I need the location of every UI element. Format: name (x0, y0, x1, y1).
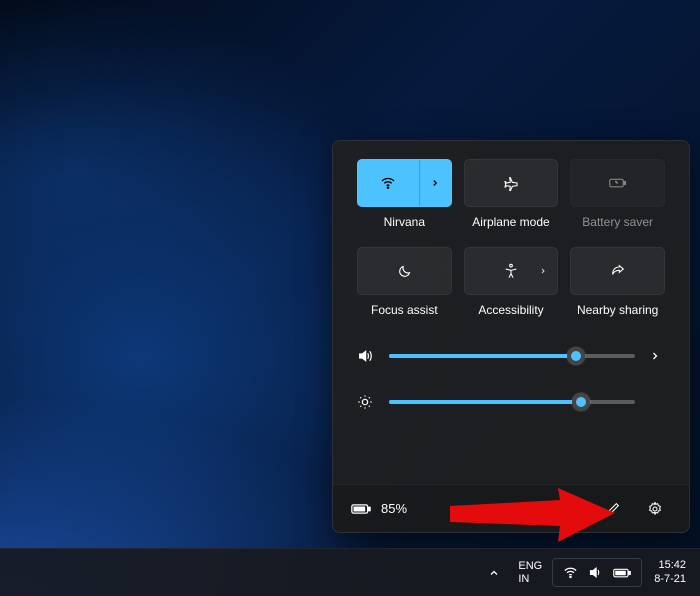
lang-primary: ENG (518, 560, 542, 572)
share-icon (610, 263, 626, 279)
lang-secondary: IN (518, 573, 529, 585)
battery-leaf-icon (609, 176, 627, 190)
wifi-tray-icon (563, 565, 578, 580)
wifi-toggle[interactable] (357, 159, 452, 207)
taskbar: ENG IN 15:42 8-7-21 (0, 548, 700, 596)
accessibility-label: Accessibility (464, 303, 559, 317)
time-text: 15:42 (658, 559, 686, 572)
chevron-right-icon (539, 267, 547, 275)
nearby-sharing-label: Nearby sharing (570, 303, 665, 317)
date-text: 8-7-21 (654, 573, 686, 586)
accessibility-icon (503, 263, 519, 279)
battery-percent: 85% (381, 501, 407, 516)
airplane-mode-label: Airplane mode (464, 215, 559, 229)
tiles-grid: Nirvana Airplane mode Battery saver (333, 141, 689, 328)
brightness-slider-row (357, 394, 665, 410)
airplane-mode-toggle[interactable] (464, 159, 559, 207)
battery-tray-icon (613, 567, 631, 579)
battery-icon (351, 503, 371, 515)
settings-button[interactable] (639, 493, 671, 525)
wifi-label: Nirvana (357, 215, 452, 229)
accessibility-toggle[interactable] (464, 247, 559, 295)
moon-icon (397, 264, 412, 279)
edit-quick-settings-button[interactable] (597, 493, 629, 525)
battery-saver-toggle (570, 159, 665, 207)
sun-icon (357, 394, 375, 410)
wifi-expand-button[interactable] (419, 160, 451, 206)
language-switcher[interactable]: ENG IN (510, 556, 550, 588)
nearby-sharing-toggle[interactable] (570, 247, 665, 295)
wifi-icon (380, 175, 396, 191)
volume-slider-row (357, 348, 665, 364)
focus-assist-label: Focus assist (357, 303, 452, 317)
system-tray-cluster[interactable] (552, 558, 642, 587)
volume-slider[interactable] (389, 354, 635, 358)
volume-tray-icon (588, 565, 603, 580)
quick-settings-panel: Nirvana Airplane mode Battery saver (332, 140, 690, 533)
tray-overflow-button[interactable] (480, 561, 508, 585)
volume-output-button[interactable] (649, 350, 665, 362)
airplane-icon (503, 175, 519, 191)
brightness-slider[interactable] (389, 400, 635, 404)
clock[interactable]: 15:42 8-7-21 (644, 555, 696, 589)
speaker-icon (357, 348, 375, 364)
quick-settings-footer: 85% (333, 484, 689, 532)
battery-saver-label: Battery saver (570, 215, 665, 229)
focus-assist-toggle[interactable] (357, 247, 452, 295)
